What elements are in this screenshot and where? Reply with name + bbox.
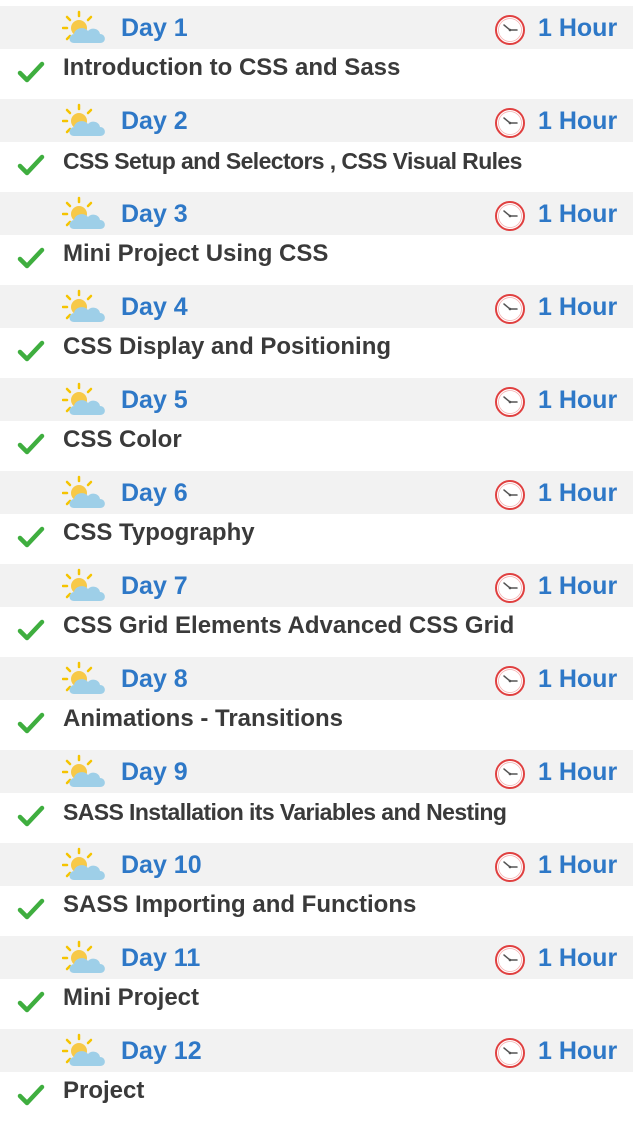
duration-label: 1 Hour [538, 107, 618, 135]
clock-icon [494, 293, 526, 325]
topic-label: Animations - Transitions [63, 705, 344, 732]
course-schedule: Day 1 1 Hour Introduction to CSS and Sas… [0, 0, 637, 1126]
day-block: Day 2 1 Hour CSS Setup and Selectors , C… [0, 93, 637, 186]
checkmark-icon [17, 711, 45, 735]
sun-behind-cloud-icon [61, 940, 108, 976]
checkmark-icon [17, 246, 45, 270]
day-block: Day 1 1 Hour Introduction to CSS and Sas… [0, 0, 637, 93]
topic-label: SASS Installation its Variables and Nest… [63, 799, 507, 825]
duration-label: 1 Hour [538, 14, 618, 42]
duration-label: 1 Hour [538, 572, 618, 600]
topic-label: SASS Importing and Functions [63, 891, 417, 918]
checkmark-icon [17, 897, 45, 921]
clock-icon [494, 758, 526, 790]
clock-icon [494, 665, 526, 697]
checkmark-icon [17, 1083, 45, 1107]
duration-label: 1 Hour [538, 293, 618, 321]
day-header: Day 8 1 Hour [0, 657, 633, 700]
sun-behind-cloud-icon [61, 568, 108, 604]
day-block: Day 5 1 Hour CSS Color [0, 372, 637, 465]
topic-label: CSS Typography [63, 519, 255, 546]
topic-label: Project [63, 1077, 145, 1104]
day-block: Day 10 1 Hour SASS Importing and Functio… [0, 837, 637, 930]
day-header: Day 9 1 Hour [0, 750, 633, 793]
clock-icon [494, 479, 526, 511]
topic-label: CSS Grid Elements Advanced CSS Grid [63, 612, 515, 639]
day-block: Day 11 1 Hour Mini Project [0, 930, 637, 1023]
sun-behind-cloud-icon [61, 661, 108, 697]
day-label: Day 11 [121, 944, 201, 972]
day-header: Day 1 1 Hour [0, 6, 633, 49]
topic-label: Mini Project Using CSS [63, 240, 329, 267]
day-block: Day 4 1 Hour CSS Display and Positioning [0, 279, 637, 372]
checkmark-icon [17, 432, 45, 456]
day-header: Day 3 1 Hour [0, 192, 633, 235]
clock-icon [494, 944, 526, 976]
sun-behind-cloud-icon [61, 1033, 108, 1069]
day-block: Day 6 1 Hour CSS Typography [0, 465, 637, 558]
clock-icon [494, 14, 526, 46]
day-block: Day 7 1 Hour CSS Grid Elements Advanced … [0, 558, 637, 651]
day-block: Day 8 1 Hour Animations - Transitions [0, 651, 637, 744]
day-label: Day 7 [121, 572, 188, 600]
checkmark-icon [17, 804, 45, 828]
day-header: Day 4 1 Hour [0, 285, 633, 328]
topic-label: Mini Project [63, 984, 200, 1011]
clock-icon [494, 200, 526, 232]
clock-icon [494, 851, 526, 883]
day-label: Day 8 [121, 665, 188, 693]
topic-label: CSS Setup and Selectors , CSS Visual Rul… [63, 148, 522, 174]
topic-label: CSS Color [63, 426, 182, 453]
sun-behind-cloud-icon [61, 475, 108, 511]
day-label: Day 12 [121, 1037, 202, 1065]
clock-icon [494, 386, 526, 418]
day-label: Day 4 [121, 293, 188, 321]
checkmark-icon [17, 990, 45, 1014]
duration-label: 1 Hour [538, 386, 618, 414]
day-label: Day 9 [121, 758, 188, 786]
duration-label: 1 Hour [538, 944, 618, 972]
duration-label: 1 Hour [538, 1037, 618, 1065]
clock-icon [494, 572, 526, 604]
checkmark-icon [17, 525, 45, 549]
duration-label: 1 Hour [538, 479, 618, 507]
day-header: Day 10 1 Hour [0, 843, 633, 886]
day-block: Day 3 1 Hour Mini Project Using CSS [0, 186, 637, 279]
day-label: Day 2 [121, 107, 188, 135]
day-block: Day 9 1 Hour SASS Installation its Varia… [0, 744, 637, 837]
checkmark-icon [17, 60, 45, 84]
day-header: Day 12 1 Hour [0, 1029, 633, 1072]
day-header: Day 5 1 Hour [0, 378, 633, 421]
duration-label: 1 Hour [538, 758, 618, 786]
day-block: Day 12 1 Hour Project [0, 1023, 637, 1116]
sun-behind-cloud-icon [61, 10, 108, 46]
day-header: Day 2 1 Hour [0, 99, 633, 142]
topic-label: Introduction to CSS and Sass [63, 54, 401, 81]
duration-label: 1 Hour [538, 200, 618, 228]
day-header: Day 6 1 Hour [0, 471, 633, 514]
sun-behind-cloud-icon [61, 754, 108, 790]
sun-behind-cloud-icon [61, 289, 108, 325]
sun-behind-cloud-icon [61, 103, 108, 139]
checkmark-icon [17, 618, 45, 642]
clock-icon [494, 1037, 526, 1069]
duration-label: 1 Hour [538, 665, 618, 693]
day-header: Day 7 1 Hour [0, 564, 633, 607]
day-label: Day 6 [121, 479, 188, 507]
day-header: Day 11 1 Hour [0, 936, 633, 979]
sun-behind-cloud-icon [61, 382, 108, 418]
checkmark-icon [17, 339, 45, 363]
sun-behind-cloud-icon [61, 196, 108, 232]
day-label: Day 1 [121, 14, 188, 42]
day-label: Day 5 [121, 386, 188, 414]
duration-label: 1 Hour [538, 851, 618, 879]
clock-icon [494, 107, 526, 139]
topic-label: CSS Display and Positioning [63, 333, 392, 360]
day-label: Day 3 [121, 200, 188, 228]
sun-behind-cloud-icon [61, 847, 108, 883]
day-label: Day 10 [121, 851, 202, 879]
checkmark-icon [17, 153, 45, 177]
